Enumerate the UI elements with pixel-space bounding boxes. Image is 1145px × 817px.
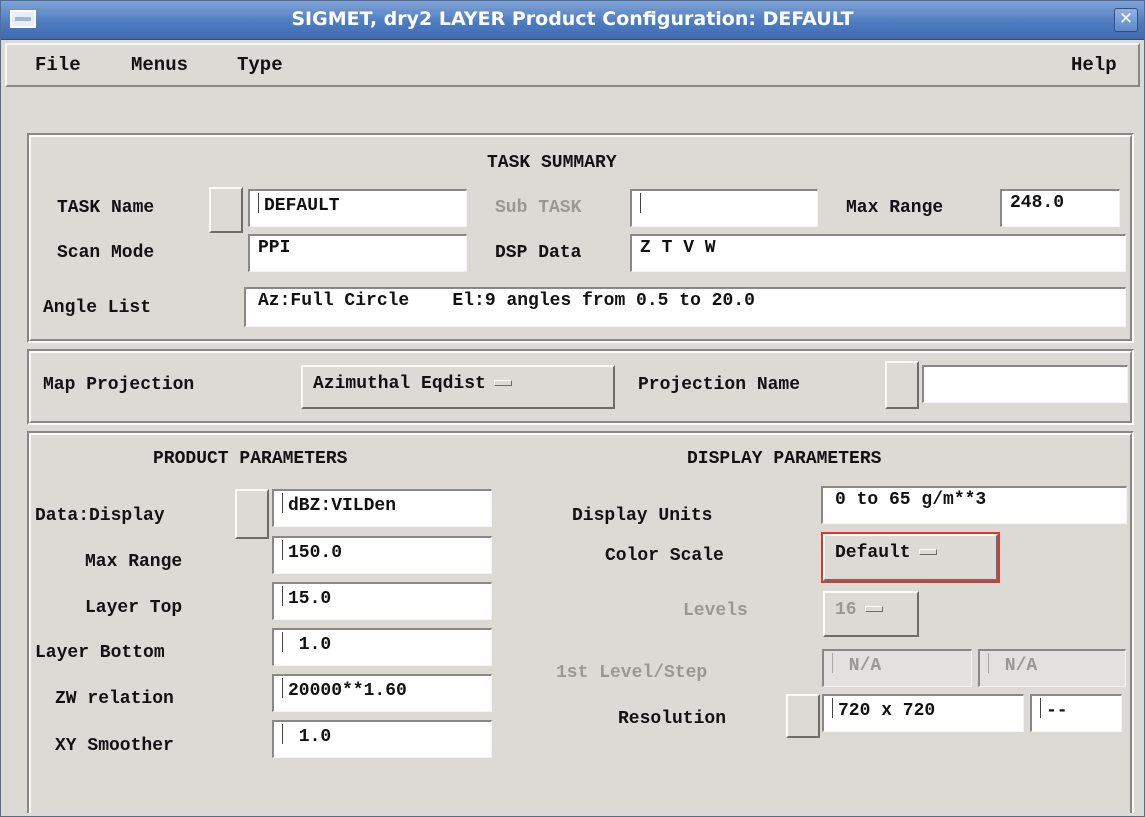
product-max-range-field[interactable]: 150.0 (272, 536, 492, 574)
zw-relation-field[interactable]: 20000**1.60 (272, 674, 492, 712)
product-max-range-value: 150.0 (288, 543, 343, 563)
resolution-extra-value: -- (1046, 701, 1068, 721)
xy-smoother-value: 1.0 (288, 727, 332, 747)
zw-relation-label: ZW relation (55, 689, 174, 709)
layer-top-field[interactable]: 15.0 (272, 582, 492, 620)
layer-bottom-field[interactable]: 1.0 (272, 628, 492, 666)
color-scale-label: Color Scale (605, 546, 724, 566)
max-range-value: 248.0 (1010, 193, 1065, 213)
text-cursor-icon (832, 698, 837, 718)
menu-file[interactable]: File (35, 54, 81, 76)
data-display-value: dBZ:VILDen (288, 496, 397, 516)
max-range-field[interactable]: 248.0 (1000, 189, 1120, 227)
text-cursor-icon (1040, 698, 1045, 718)
sub-task-label: Sub TASK (495, 198, 582, 218)
close-icon[interactable]: ✕ (1114, 8, 1138, 32)
task-name-field[interactable]: DEFAULT (248, 189, 467, 227)
menu-menus[interactable]: Menus (131, 54, 188, 76)
option-menu-indicator-icon (864, 606, 883, 612)
projection-name-select-button[interactable] (885, 361, 919, 409)
display-parameters-heading: DISPLAY PARAMETERS (687, 449, 882, 469)
title-bar[interactable]: SIGMET, dry2 LAYER Product Configuration… (1, 1, 1144, 40)
level-step-value: N/A (994, 656, 1038, 676)
text-cursor-icon (282, 540, 287, 560)
layer-top-value: 15.0 (288, 589, 332, 609)
scan-mode-field: PPI (248, 234, 467, 272)
data-display-label: Data:Display (35, 506, 165, 526)
angle-list-field: Az:Full Circle El:9 angles from 0.5 to 2… (244, 287, 1126, 327)
levels-dropdown[interactable]: 16 (823, 591, 919, 637)
max-range-label: Max Range (846, 198, 944, 218)
task-name-label: TASK Name (57, 198, 155, 218)
display-units-value: 0 to 65 g/m**3 (835, 490, 987, 510)
levels-value: 16 (835, 600, 857, 620)
menu-file-label: File (35, 54, 81, 76)
color-scale-dropdown[interactable]: Default (821, 532, 1000, 583)
projection-name-field[interactable] (922, 365, 1128, 403)
scan-mode-value: PPI (258, 238, 291, 258)
data-display-field[interactable]: dBZ:VILDen (272, 489, 492, 527)
text-cursor-icon (282, 493, 287, 513)
option-menu-indicator-icon (918, 549, 937, 555)
text-cursor-icon (282, 724, 287, 744)
resolution-value: 720 x 720 (838, 701, 936, 721)
color-scale-value: Default (835, 543, 911, 563)
map-projection-dropdown[interactable]: Azimuthal Eqdist (301, 365, 615, 409)
layer-bottom-value: 1.0 (288, 635, 332, 655)
menu-menus-label: Menus (131, 54, 189, 76)
config-window: SIGMET, dry2 LAYER Product Configuration… (0, 0, 1145, 817)
menu-help[interactable]: Help (1071, 54, 1117, 76)
xy-smoother-label: XY Smoother (55, 736, 174, 756)
resolution-select-button[interactable] (786, 694, 820, 738)
first-level-value: N/A (838, 656, 882, 676)
map-projection-label: Map Projection (43, 375, 195, 395)
resolution-extra-field[interactable]: -- (1030, 694, 1122, 732)
dsp-data-value: Z T V W (640, 238, 716, 258)
resolution-label: Resolution (618, 709, 727, 729)
angle-list-value: Az:Full Circle El:9 angles from 0.5 to 2… (258, 291, 755, 311)
display-units-label: Display Units (572, 506, 713, 526)
first-level-field[interactable]: N/A (822, 649, 972, 687)
display-units-field: 0 to 65 g/m**3 (821, 486, 1127, 524)
task-name-select-button[interactable] (209, 187, 243, 233)
xy-smoother-field[interactable]: 1.0 (272, 720, 492, 758)
menu-bar: File Menus Type Help (5, 43, 1140, 87)
text-cursor-icon (988, 653, 993, 673)
resolution-field[interactable]: 720 x 720 (822, 694, 1024, 732)
product-max-range-label: Max Range (85, 552, 183, 572)
data-display-select-button[interactable] (235, 489, 269, 539)
text-cursor-icon (282, 586, 287, 606)
text-cursor-icon (640, 193, 645, 213)
text-cursor-icon (282, 632, 287, 652)
menu-type-label: Type (237, 54, 283, 76)
option-menu-indicator-icon (493, 380, 512, 386)
menu-help-label: Help (1071, 54, 1117, 76)
angle-list-label: Angle List (43, 298, 152, 318)
window-title: SIGMET, dry2 LAYER Product Configuration… (291, 8, 854, 30)
layer-top-label: Layer Top (85, 598, 183, 618)
zw-relation-value: 20000**1.60 (288, 681, 407, 701)
scan-mode-label: Scan Mode (57, 243, 155, 263)
dsp-data-field: Z T V W (630, 234, 1126, 272)
first-level-step-label: 1st Level/Step (556, 663, 708, 683)
level-step-field[interactable]: N/A (978, 649, 1126, 687)
task-summary-heading: TASK SUMMARY (487, 153, 617, 173)
text-cursor-icon (832, 653, 837, 673)
text-cursor-icon (282, 678, 287, 698)
task-name-value: DEFAULT (264, 196, 340, 216)
projection-name-label: Projection Name (638, 375, 801, 395)
levels-label: Levels (683, 601, 748, 621)
sub-task-field[interactable] (630, 189, 818, 227)
text-cursor-icon (258, 193, 263, 213)
menu-type[interactable]: Type (237, 54, 283, 76)
product-parameters-heading: PRODUCT PARAMETERS (153, 449, 348, 469)
dsp-data-label: DSP Data (495, 243, 582, 263)
layer-bottom-label: Layer Bottom (35, 643, 165, 663)
map-projection-value: Azimuthal Eqdist (313, 374, 486, 394)
